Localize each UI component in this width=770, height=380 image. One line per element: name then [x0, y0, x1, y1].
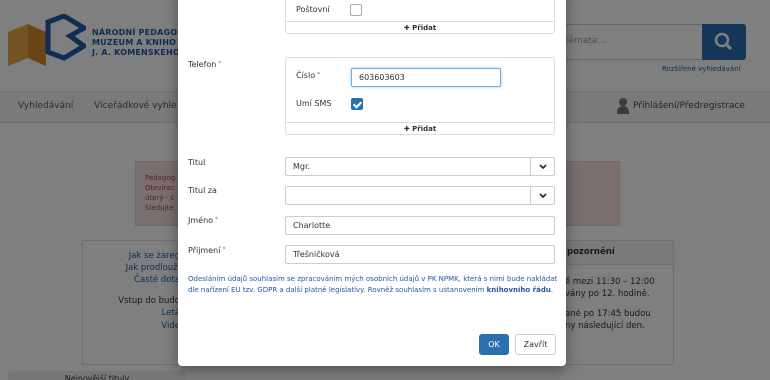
- required-mark: *: [218, 60, 222, 67]
- chevron-down-icon: [530, 187, 554, 204]
- title-select[interactable]: Mgr.: [285, 157, 555, 176]
- close-button[interactable]: Zavřít: [515, 334, 556, 355]
- sms-checkbox[interactable]: [351, 98, 363, 110]
- add-phone-button[interactable]: ✚ Přidat: [286, 122, 554, 134]
- last-name-input[interactable]: Třešničková: [285, 245, 555, 264]
- required-mark: *: [317, 71, 321, 78]
- postal-address-panel: Poštovní ✚ Přidat: [285, 0, 555, 34]
- first-name-label: Jméno *: [188, 216, 218, 225]
- required-mark: *: [222, 246, 226, 253]
- phone-section-label: Telefon *: [188, 60, 221, 69]
- first-name-input[interactable]: Charlotte: [285, 216, 555, 235]
- first-name-label-text: Jméno: [188, 216, 214, 225]
- postal-checkbox[interactable]: [350, 4, 362, 16]
- number-label: Číslo *: [296, 71, 320, 80]
- title-after-label: Titul za: [188, 186, 217, 195]
- title-value: Mgr.: [293, 162, 311, 171]
- library-rules-link[interactable]: knihovního řádu: [487, 286, 551, 294]
- last-name-label: Příjmení *: [188, 246, 225, 255]
- postal-label: Poštovní: [296, 5, 330, 14]
- sms-label: Umí SMS: [296, 99, 332, 108]
- chevron-down-icon: [530, 158, 554, 175]
- ok-button[interactable]: OK: [479, 334, 509, 355]
- required-mark: *: [215, 216, 219, 223]
- last-name-label-text: Příjmení: [188, 246, 221, 255]
- number-label-text: Číslo: [296, 71, 316, 80]
- title-after-select[interactable]: [285, 186, 555, 205]
- title-label: Titul: [188, 158, 206, 167]
- phone-number-input[interactable]: 603603603: [351, 68, 501, 87]
- add-label: Přidat: [412, 125, 437, 133]
- phone-panel: Číslo * 603603603 Umí SMS ✚ Přidat: [285, 57, 555, 135]
- add-postal-button[interactable]: ✚ Přidat: [286, 21, 554, 33]
- add-label: Přidat: [412, 24, 437, 32]
- registration-modal: Poštovní ✚ Přidat Telefon * Číslo * 603603…: [178, 0, 566, 366]
- gdpr-consent-text: Odesláním údajů souhlasím se zpracováním…: [188, 275, 558, 294]
- phone-label-text: Telefon: [188, 60, 217, 69]
